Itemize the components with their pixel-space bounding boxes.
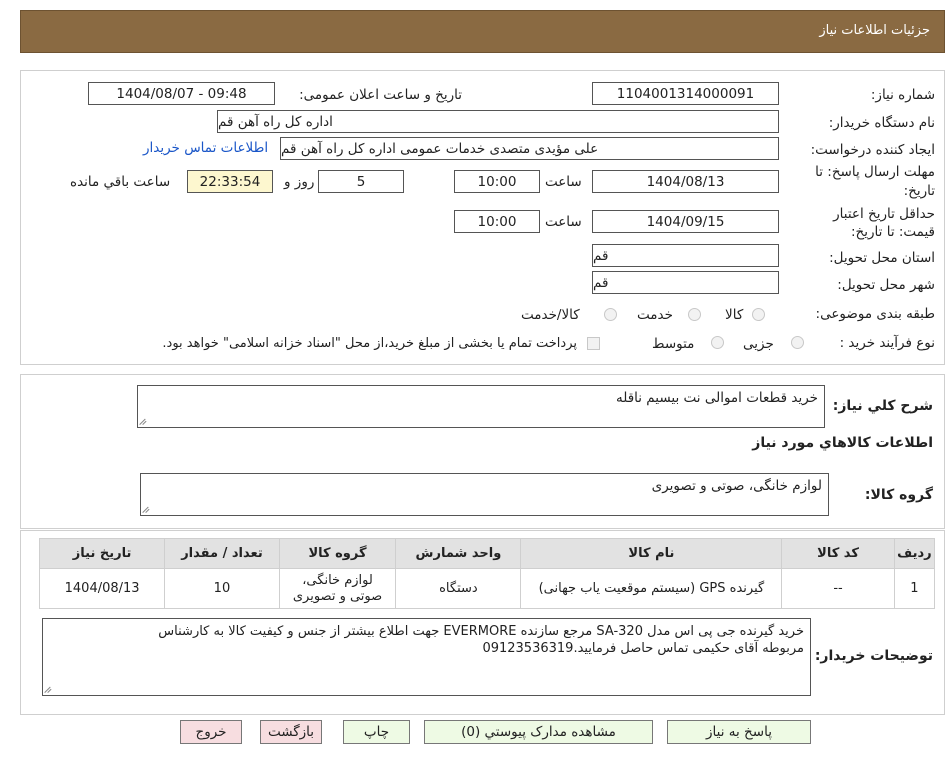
buyer-notes-line1: خرید گیرنده جی پی اس مدل SA-320 مرجع ساز… <box>158 624 804 639</box>
cell-code: -- <box>781 568 895 609</box>
cell-unit: دستگاه <box>395 568 522 609</box>
category-service-label: خدمت <box>637 307 673 323</box>
need-number-label: شماره نیاز: <box>870 87 935 103</box>
cell-group-line2: صوتی و تصویری <box>292 588 383 604</box>
exit-button[interactable]: خروج <box>180 720 242 744</box>
cell-group-line1: لوازم خانگی، <box>302 572 373 588</box>
city-label: شهر محل تحویل: <box>837 277 935 293</box>
cell-index: 1 <box>893 568 936 609</box>
buyer-org-label: نام دستگاه خریدار: <box>828 115 935 131</box>
cell-quantity: 10 <box>164 568 280 609</box>
category-service-radio[interactable] <box>688 308 701 321</box>
back-button[interactable]: بازگشت <box>260 720 322 744</box>
col-quantity-header: تعداد / مقدار <box>164 538 280 569</box>
process-type-label: نوع فرآیند خرید : <box>839 335 935 351</box>
announce-datetime-label: تاریخ و ساعت اعلان عمومی: <box>299 87 462 103</box>
validity-date-field: 1404/09/15 <box>592 210 779 233</box>
page-header: جزئیات اطلاعات نیاز <box>20 10 945 53</box>
description-text: خرید قطعات اموالی نت بیسیم ناقله <box>615 390 818 406</box>
col-code-header: کد کالا <box>781 538 895 569</box>
buyer-notes-line2: مربوطه آقای حکیمی تماس حاصل فرمایید.0912… <box>482 641 804 656</box>
remaining-days-field: 5 <box>318 170 404 193</box>
category-label: طبقه بندی موضوعی: <box>815 306 935 322</box>
requester-label: ایجاد کننده درخواست: <box>810 142 935 158</box>
description-textarea: خرید قطعات اموالی نت بیسیم ناقله <box>137 385 825 428</box>
buyer-contact-link[interactable]: اطلاعات تماس خریدار <box>143 140 268 156</box>
requester-field: علی مؤیدی متصدی خدمات عمومی اداره کل راه… <box>280 137 779 160</box>
validity-label: حداقل تاریخ اعتبار <box>833 206 935 222</box>
table-row: 1 -- گیرنده GPS (سیستم موقعیت یاب جهانی)… <box>38 568 936 609</box>
province-label: استان محل تحویل: <box>829 250 935 266</box>
need-number-field: 1104001314000091 <box>592 82 779 105</box>
goods-group-textarea: لوازم خانگی، صوتی و تصویری <box>140 473 829 516</box>
announce-datetime-field: 1404/08/07 - 09:48 <box>88 82 275 105</box>
validity-time-label: ساعت <box>545 214 582 230</box>
category-goods-radio[interactable] <box>752 308 765 321</box>
category-goods-service-label: کالا/خدمت <box>521 307 580 323</box>
resize-grip-icon[interactable] <box>143 505 151 513</box>
treasury-checkbox[interactable] <box>587 337 600 350</box>
page-title: جزئیات اطلاعات نیاز <box>819 23 930 38</box>
deadline-time-field: 10:00 <box>454 170 540 193</box>
col-date-header: تاریخ نیاز <box>38 538 166 569</box>
treasury-note: پرداخت تمام یا بخشی از مبلغ خرید،از محل … <box>162 336 577 351</box>
process-minor-label: جزیی <box>743 336 774 352</box>
reply-button[interactable]: پاسخ به نیاز <box>667 720 811 744</box>
process-medium-label: متوسط <box>652 336 695 352</box>
col-index-header: رديف <box>893 538 936 569</box>
resize-grip-icon[interactable] <box>45 685 53 693</box>
items-table: رديف کد کالا نام کالا واحد شمارش گروه کا… <box>38 538 936 609</box>
col-unit-header: واحد شمارش <box>395 538 522 569</box>
view-attachments-button[interactable]: مشاهده مدارک پیوستي (0) <box>424 720 653 744</box>
table-header-row: رديف کد کالا نام کالا واحد شمارش گروه کا… <box>38 538 936 569</box>
remaining-label: ساعت باقي مانده <box>70 174 171 190</box>
col-name-header: نام کالا <box>520 538 783 569</box>
process-medium-radio[interactable] <box>711 336 724 349</box>
goods-info-title: اطلاعات کالاهاي مورد نياز <box>752 435 933 451</box>
goods-group-text: لوازم خانگی، صوتی و تصویری <box>651 478 822 494</box>
cell-name: گیرنده GPS (سیستم موقعیت یاب جهانی) <box>520 568 783 609</box>
days-label: روز و <box>284 174 315 190</box>
deadline-label-date: تاریخ: <box>903 183 935 199</box>
deadline-label: مهلت ارسال پاسخ: تا <box>815 164 935 180</box>
buyer-org-field: اداره کل راه آهن قم <box>217 110 779 133</box>
category-goods-service-radio[interactable] <box>604 308 617 321</box>
cell-group: لوازم خانگی، صوتی و تصویری <box>278 568 397 609</box>
col-group-header: گروه کالا <box>278 538 397 569</box>
category-goods-label: کالا <box>725 307 744 323</box>
province-field: قم <box>592 244 779 267</box>
buyer-notes-textarea: خرید گیرنده جی پی اس مدل SA-320 مرجع ساز… <box>42 618 811 696</box>
deadline-time-label: ساعت <box>545 174 582 190</box>
goods-group-label: گروه کالا: <box>864 487 933 503</box>
process-minor-radio[interactable] <box>791 336 804 349</box>
resize-grip-icon[interactable] <box>140 417 148 425</box>
cell-date: 1404/08/13 <box>38 568 166 609</box>
validity-label-date: قیمت: تا تاریخ: <box>851 224 935 240</box>
description-label: شرح کلي نياز: <box>832 398 933 414</box>
remaining-time-field: 22:33:54 <box>187 170 273 193</box>
validity-time-field: 10:00 <box>454 210 540 233</box>
city-field: قم <box>592 271 779 294</box>
print-button[interactable]: چاپ <box>343 720 410 744</box>
deadline-date-field: 1404/08/13 <box>592 170 779 193</box>
buyer-notes-label: توضیحات خریدار: <box>814 648 933 664</box>
